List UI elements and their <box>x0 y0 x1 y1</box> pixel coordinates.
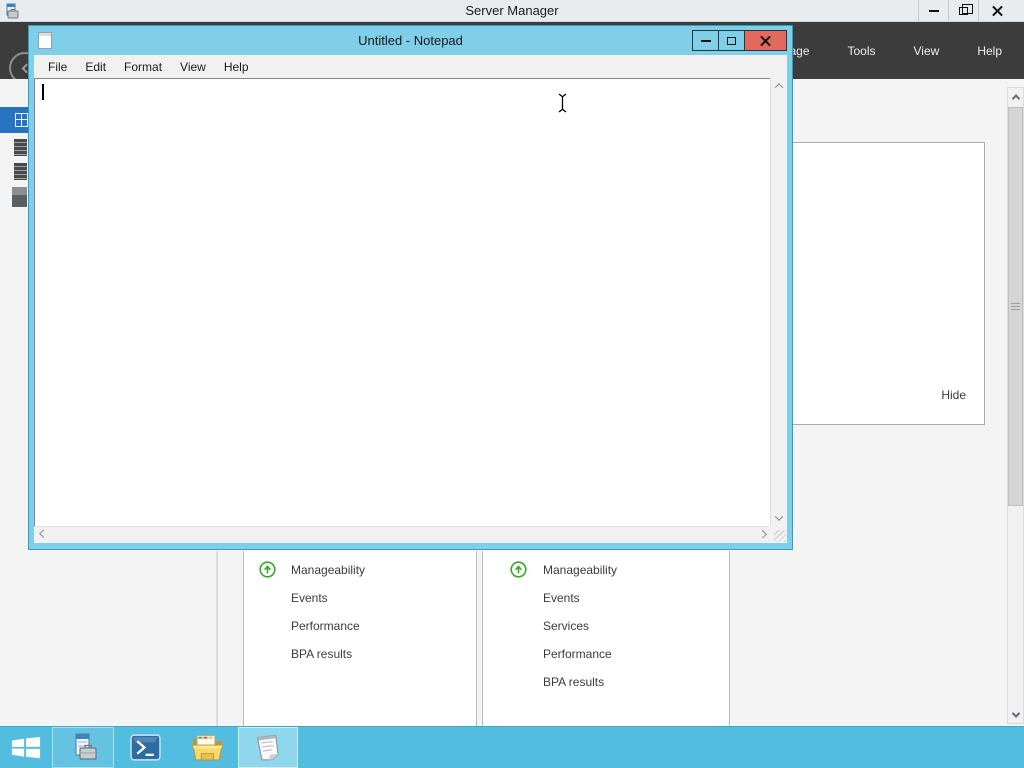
powershell-icon <box>129 734 161 761</box>
text-caret <box>42 84 44 100</box>
chevron-down-icon <box>774 512 784 521</box>
maximize-icon <box>727 36 736 45</box>
menu-help[interactable]: Help <box>215 60 258 74</box>
tile-row-performance[interactable]: Performance <box>244 612 476 640</box>
menu-view[interactable]: View <box>908 40 946 62</box>
taskbar-notepad-button[interactable] <box>238 727 298 768</box>
server-manager-menubar: Manage Tools View Help <box>760 22 1008 79</box>
tile-row-label: Manageability <box>291 563 366 577</box>
tile-row-label: Services <box>543 619 590 633</box>
menu-edit[interactable]: Edit <box>76 60 115 74</box>
dashboard-tile-servers: Manageability Events Services Performanc… <box>482 551 730 726</box>
notepad-titlebar[interactable]: Untitled - Notepad <box>29 26 792 55</box>
taskbar: 4:58 AM 12/4/2025 <box>0 726 1024 768</box>
server-manager-icon <box>75 732 97 760</box>
tile-row-performance[interactable]: Performance <box>483 640 729 668</box>
grip-icon <box>774 530 786 542</box>
green-up-arrow-icon <box>510 561 527 578</box>
menu-file[interactable]: File <box>39 60 76 74</box>
window-controls <box>692 30 787 51</box>
minimize-button[interactable] <box>692 30 719 51</box>
tile-row-manageability[interactable]: Manageability <box>244 556 476 584</box>
scroll-left-button[interactable] <box>34 527 50 543</box>
desktop: Server Manager Manage Tools View Help Hi… <box>0 0 1024 768</box>
start-button[interactable] <box>0 727 52 768</box>
grip-icon <box>1011 303 1020 310</box>
chevron-up-icon <box>1011 93 1020 103</box>
chevron-down-icon <box>1011 708 1020 718</box>
tile-row-label: BPA results <box>543 675 605 689</box>
horizontal-scrollbar[interactable] <box>34 526 770 543</box>
dashboard-icon <box>15 113 28 127</box>
vertical-scrollbar[interactable] <box>770 78 787 526</box>
scroll-down-button[interactable] <box>771 510 787 526</box>
main-scrollbar[interactable] <box>1007 87 1024 724</box>
chevron-up-icon <box>774 83 784 92</box>
menu-format[interactable]: Format <box>115 60 171 74</box>
menu-tools[interactable]: Tools <box>842 40 882 62</box>
notepad-window: Untitled - Notepad File Edit Format View… <box>28 25 793 550</box>
scroll-up-button[interactable] <box>1008 88 1023 105</box>
restore-button[interactable] <box>948 0 978 21</box>
tile-row-events[interactable]: Events <box>244 584 476 612</box>
tile-row-services[interactable]: Services <box>483 612 729 640</box>
chevron-right-icon <box>758 530 767 539</box>
i-beam-cursor-icon <box>558 93 567 113</box>
maximize-button[interactable] <box>718 30 745 51</box>
minimize-button[interactable] <box>918 0 948 21</box>
server-manager-titlebar: Server Manager <box>0 0 1024 22</box>
resize-grip[interactable] <box>770 526 787 543</box>
tile-row-manageability[interactable]: Manageability <box>483 556 729 584</box>
windows-logo-icon <box>11 737 41 759</box>
taskbar-powershell-button[interactable] <box>114 727 176 768</box>
notepad-menubar: File Edit Format View Help <box>34 55 787 78</box>
sidebar-item-icon[interactable] <box>14 163 27 180</box>
tile-row-label: Manageability <box>543 563 618 577</box>
menu-view[interactable]: View <box>171 60 215 74</box>
restore-icon <box>959 3 973 15</box>
tile-row-label: Events <box>291 591 328 605</box>
hide-link[interactable]: Hide <box>941 388 966 402</box>
taskbar-server-manager-button[interactable] <box>52 727 114 768</box>
close-icon <box>760 35 771 46</box>
scroll-down-button[interactable] <box>1008 706 1023 723</box>
close-button[interactable] <box>978 0 1016 21</box>
sidebar-item-icon[interactable] <box>14 139 27 156</box>
tile-row-label: Events <box>543 591 580 605</box>
scroll-up-button[interactable] <box>771 78 787 94</box>
chevron-left-icon <box>39 529 48 538</box>
notepad-text-area[interactable] <box>34 78 787 543</box>
tile-row-label: BPA results <box>291 647 353 661</box>
minimize-icon <box>928 9 939 12</box>
tile-row-bpa[interactable]: BPA results <box>244 640 476 668</box>
file-explorer-icon <box>191 735 223 761</box>
window-title: Untitled - Notepad <box>358 33 463 48</box>
tile-row-label: Performance <box>291 619 360 633</box>
close-button[interactable] <box>744 30 787 51</box>
tile-row-label: Performance <box>543 647 612 661</box>
menu-help[interactable]: Help <box>971 40 1008 62</box>
notepad-client-area: File Edit Format View Help <box>34 55 787 543</box>
dashboard-tile-roles: Manageability Events Performance BPA res… <box>243 551 477 726</box>
tile-row-events[interactable]: Events <box>483 584 729 612</box>
tile-divider <box>216 551 218 726</box>
sidebar-item-icon[interactable] <box>12 187 27 207</box>
close-icon <box>992 5 1003 16</box>
window-title: Server Manager <box>465 3 559 18</box>
green-up-arrow-icon <box>259 561 276 578</box>
taskbar-file-explorer-button[interactable] <box>176 727 238 768</box>
scrollbar-thumb[interactable] <box>1008 107 1023 506</box>
minimize-icon <box>700 39 711 42</box>
scroll-right-button[interactable] <box>754 527 770 543</box>
notepad-icon <box>256 734 279 760</box>
tile-row-bpa[interactable]: BPA results <box>483 668 729 696</box>
